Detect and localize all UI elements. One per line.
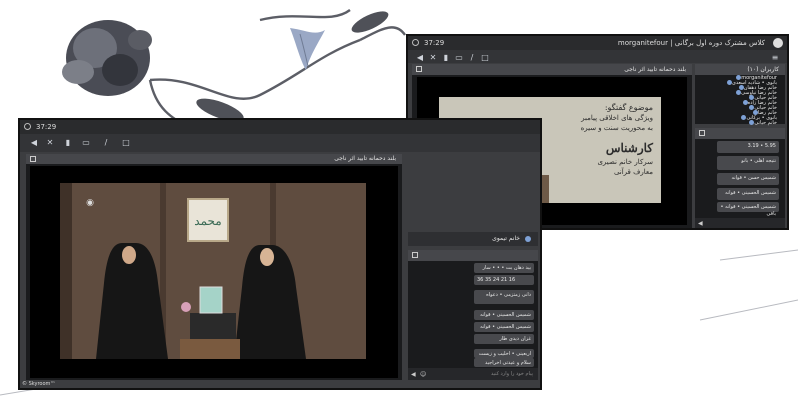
screen-share-icon[interactable]: ▭	[453, 53, 465, 63]
chat-message: نتیجه اهلی • بانو	[717, 156, 779, 170]
slide-text: موضوع گفتگو: ویژگی های اخلاقی پیامبر به …	[541, 103, 653, 177]
front-clock: 37:29	[36, 123, 57, 131]
mic-off-icon[interactable]: ✕	[44, 138, 56, 148]
front-user-bar: خانم تیموی	[408, 232, 538, 246]
tulip-illustration	[290, 28, 325, 70]
file-icon[interactable]: □	[479, 53, 491, 63]
chat-message: اربعینی • اخلیب و زیست	[474, 349, 534, 358]
back-titlebar: 37:29 کلاس مشترک دوره اول برگانی | morga…	[408, 36, 787, 50]
camera-icon[interactable]: ▮	[440, 53, 452, 63]
slide-panel-title: بلند دحمانه تابید اثر ناجی	[624, 66, 686, 73]
volume-icon[interactable]: ◀	[414, 53, 426, 63]
slide-line-4: کارشناس	[605, 141, 653, 155]
chat-message: شمیس الحسینی • قوانه	[474, 322, 534, 332]
chat-message: 36 35 24 21 16	[474, 275, 534, 285]
front-chat-header	[408, 250, 538, 261]
users-panel: کاربران (۱۰) morganitefour بانوی • شادیه…	[695, 64, 785, 127]
video-stage: محمد ◉	[30, 166, 398, 378]
slide-line-1: موضوع گفتگو:	[604, 103, 653, 112]
panel-settings-icon[interactable]	[30, 156, 36, 162]
send-icon[interactable]: ◀	[698, 220, 703, 227]
chat-message: غزان دیدی طار	[474, 334, 534, 344]
chat-message: شمیس الحسینی • قوانه • باقی	[717, 202, 779, 217]
send-icon[interactable]: ◀	[411, 371, 416, 378]
chat-message: شمیس الحسینی • قوانه	[717, 188, 779, 200]
user-bar-label: خانم تیموی	[492, 235, 520, 242]
screen-share-icon[interactable]: ▭	[80, 138, 92, 148]
front-chat-panel: بید دهان بت • • • سار 36 35 24 21 16 دان…	[408, 250, 538, 380]
front-chat-input[interactable]: پیام خود را وارد کنید	[408, 368, 538, 380]
camera-icon[interactable]: ▮	[62, 138, 74, 148]
studio-scene: محمد ◉	[60, 183, 366, 359]
slide-line-3: به محوریت سنت و سیره	[580, 124, 653, 132]
video-panel: بلند دحمانه تابید اثر ناجی محمد ◉	[26, 154, 402, 380]
chat-message: شمیس الحسینی • قوانه	[474, 310, 534, 320]
front-toolbar: ◀ ✕ ▮ ▭ / □	[20, 134, 540, 152]
chat-message: دانی زمتزمی • دعواه	[474, 290, 534, 304]
back-window-title: کلاس مشترک دوره اول برگانی | morganitefo…	[617, 39, 765, 47]
menu-icon[interactable]: ≡	[769, 53, 781, 63]
back-chat-header	[695, 128, 785, 139]
clock-icon	[412, 39, 419, 46]
slide-line-5: سرکار خانم نصیری	[597, 158, 653, 166]
video-panel-title: بلند دحمانه تابید اثر ناجی	[334, 155, 396, 162]
slide-panel-header: بلند دحمانه تابید اثر ناجی	[412, 64, 692, 75]
slide-line-6: معارف قرآنی	[613, 168, 653, 176]
mic-off-icon[interactable]: ✕	[427, 53, 439, 63]
chat-message: 5.95 • 3.19	[717, 141, 779, 153]
chat-message: بید دهان بت • • • سار	[474, 263, 534, 273]
video-feed: محمد ◉	[60, 183, 366, 359]
front-classroom-window: 37:29 ◀ ✕ ▮ ▭ / □ بلند دحمانه تابید اثر …	[18, 118, 542, 390]
clock-icon	[24, 123, 31, 130]
leaf-illustration	[196, 11, 389, 122]
svg-text:◉: ◉	[86, 198, 94, 208]
back-clock: 37:29	[424, 39, 445, 47]
front-titlebar: 37:29	[20, 120, 540, 134]
back-chat-panel: 5.95 • 3.19 نتیجه اهلی • بانو شمیس حسن •…	[695, 128, 785, 228]
panel-settings-icon[interactable]	[416, 66, 422, 72]
volume-icon[interactable]: ◀	[28, 138, 40, 148]
footer-brand: © Skyroom™	[22, 381, 56, 387]
chat-icon	[699, 130, 705, 136]
file-icon[interactable]: □	[120, 138, 132, 148]
video-panel-header: بلند دحمانه تابید اثر ناجی	[26, 154, 402, 164]
svg-text:محمد: محمد	[194, 214, 221, 228]
user-row[interactable]: خانم حیاتی	[746, 119, 777, 127]
chat-message: سلام و عیدتی اخراجید	[474, 358, 534, 367]
pen-icon[interactable]: /	[466, 53, 478, 63]
avatar[interactable]	[773, 38, 783, 48]
chat-message: شمیس حسن • قوانه	[717, 173, 779, 185]
emoji-icon[interactable]: ☺	[420, 371, 426, 378]
slide-line-2: ویژگی های اخلاقی پیامبر	[581, 114, 653, 122]
pen-icon[interactable]: /	[100, 138, 112, 148]
user-icon	[525, 236, 531, 242]
rose-illustration	[62, 20, 152, 96]
back-chat-input[interactable]	[695, 218, 785, 228]
back-toolbar: ◀ ✕ ▮ ▭ / □ ≡	[408, 50, 787, 63]
chat-icon	[412, 252, 418, 258]
